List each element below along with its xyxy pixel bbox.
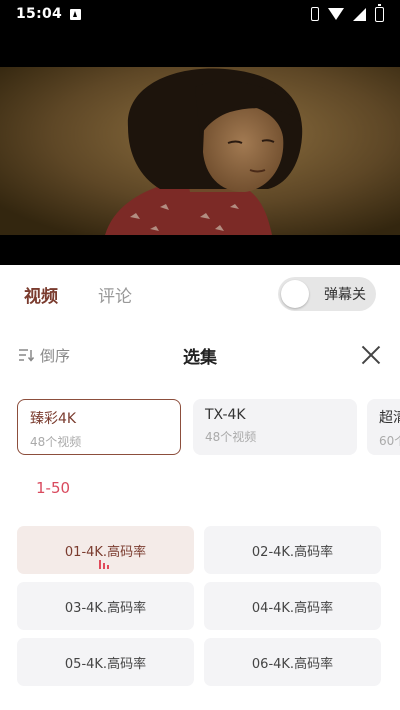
source-count: 60个视频: [379, 434, 400, 448]
status-icons: [311, 3, 384, 22]
battery-icon: [375, 3, 384, 22]
episode-label: 01-4K.高码率: [64, 544, 147, 560]
sort-order-button[interactable]: 倒序: [18, 345, 70, 366]
tab-comments[interactable]: 评论: [98, 282, 132, 307]
episode-item[interactable]: 06-4K.高码率: [204, 638, 381, 686]
status-time: 15:04: [16, 6, 63, 22]
episode-label: 06-4K.高码率: [251, 656, 334, 672]
source-card[interactable]: TX-4K 48个视频: [193, 399, 357, 455]
episode-item[interactable]: 04-4K.高码率: [204, 582, 381, 630]
episode-label: 04-4K.高码率: [251, 600, 334, 616]
episode-item[interactable]: 01-4K.高码率: [17, 526, 194, 574]
notification-app-icon: [70, 8, 82, 20]
wifi-icon: [328, 8, 344, 20]
source-card[interactable]: 臻彩4K 48个视频: [17, 399, 181, 455]
episode-label: 05-4K.高码率: [64, 656, 147, 672]
episode-label: 02-4K.高码率: [251, 544, 334, 560]
now-playing-icon: [98, 559, 113, 569]
episode-range-tab[interactable]: 1-50: [36, 479, 70, 497]
signal-icon: [353, 7, 366, 21]
episode-selector-header: 倒序 选集: [0, 335, 400, 375]
episode-grid: 01-4K.高码率 02-4K.高码率 03-4K.高码率 04-4K.高码率 …: [17, 526, 383, 686]
episode-label: 03-4K.高码率: [64, 600, 147, 616]
danmaku-toggle[interactable]: 弹幕关: [278, 277, 376, 311]
source-name: 臻彩4K: [30, 411, 77, 427]
sort-icon: [19, 349, 34, 362]
video-player[interactable]: [0, 28, 400, 265]
phone-icon: [311, 7, 319, 21]
video-frame: [0, 67, 400, 235]
video-still-image: [0, 67, 400, 235]
tabs-row: 视频 评论 弹幕关: [0, 265, 400, 323]
sort-order-label: 倒序: [40, 346, 71, 365]
tab-video[interactable]: 视频: [24, 282, 58, 307]
episode-item[interactable]: 03-4K.高码率: [17, 582, 194, 630]
status-bar: 15:04: [0, 0, 400, 28]
episode-item[interactable]: 05-4K.高码率: [17, 638, 194, 686]
source-card[interactable]: 超清 60个视频: [367, 399, 400, 455]
episode-item[interactable]: 02-4K.高码率: [204, 526, 381, 574]
source-count: 48个视频: [205, 430, 257, 444]
source-count: 48个视频: [30, 435, 82, 449]
close-icon[interactable]: [360, 344, 382, 366]
source-list: 臻彩4K 48个视频 TX-4K 48个视频 超清 60个视频: [17, 399, 400, 455]
source-name: TX-4K: [205, 407, 246, 423]
danmaku-toggle-label: 弹幕关: [324, 287, 366, 303]
toggle-knob: [281, 280, 309, 308]
source-name: 超清: [379, 410, 400, 426]
